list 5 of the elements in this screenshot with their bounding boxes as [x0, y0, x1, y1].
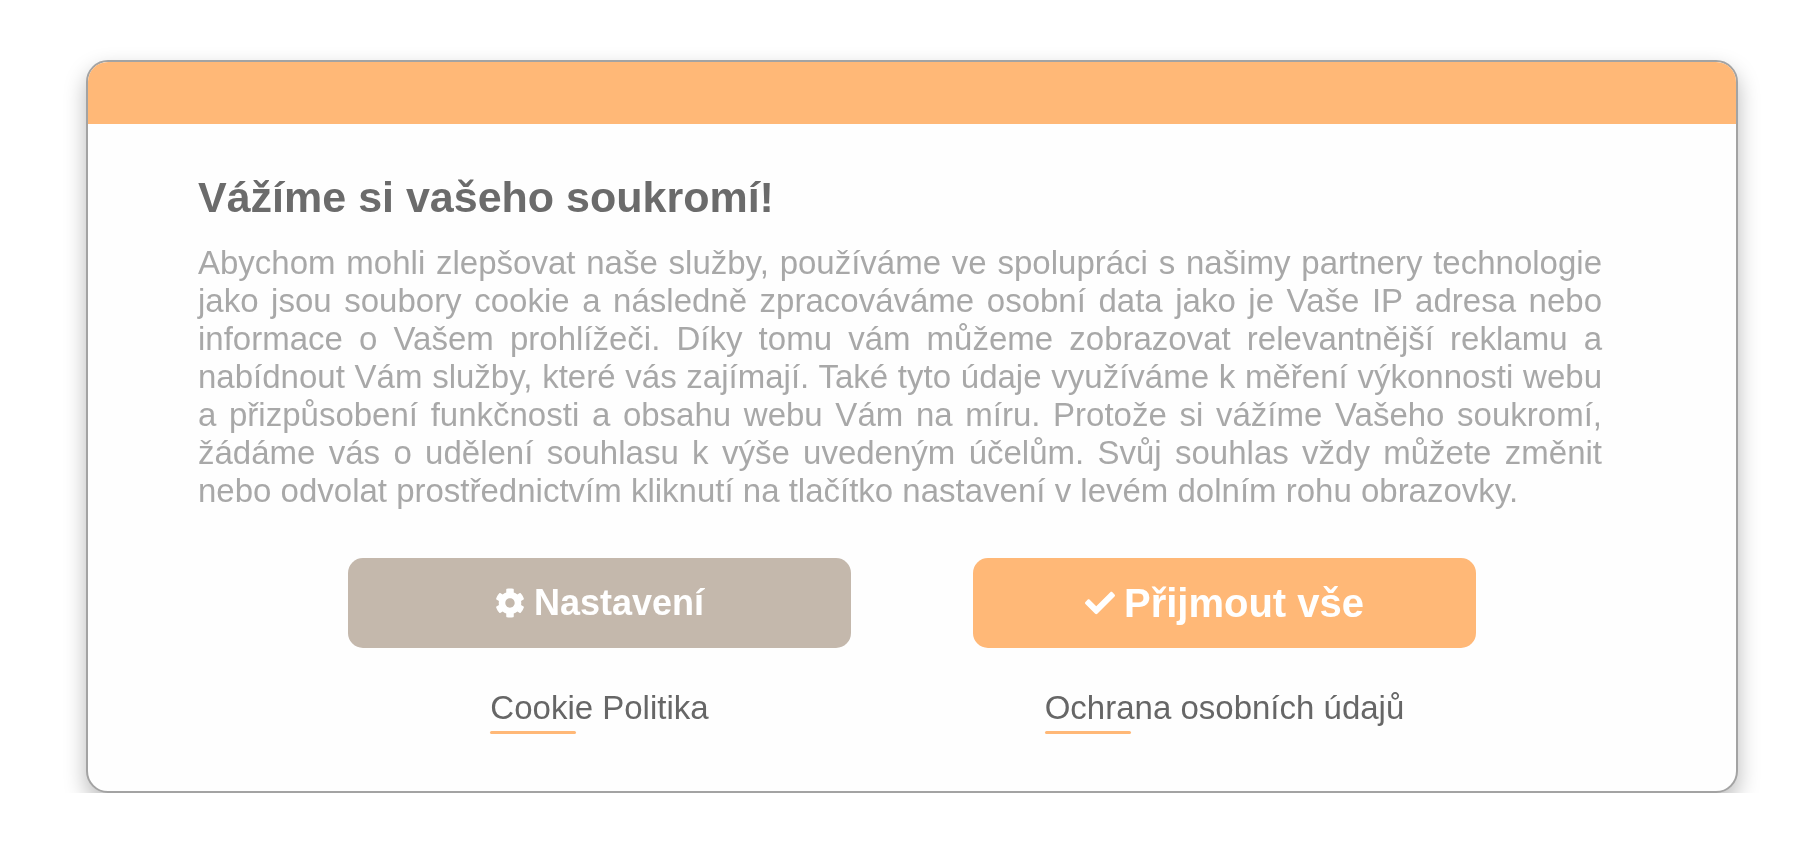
dialog-title: Vážíme si vašeho soukromí!	[198, 172, 775, 222]
consent-text: Abychom mohli zlepšovat naše služby, používáme ve spolupráci s našimy partnery technologie jako jsou soubory cookie a následně zpracováváme osobní data jako je Vaše IP adresa nebo informace o Vašem prohlížeči. Díky tomu vám můžeme zobrazovat relevantnější reklamu a nabídnout Vám služby, které vás zajímají. Také tyto údaje využíváme k měření výkonnosti webu a přizpůsobení funkčnosti a obsahu webu Vám na míru. Protože si vážíme Vašeho soukromí, žádáme vás o udělení souhlasu k výše uvedeným účelům. Svůj souhlas vždy můžete změnit nebo odvolat prostřednictvím kliknutí na tlačítko nastavení v levém dolním rohu obrazovky.	[198, 244, 1602, 510]
policy-link[interactable]: Cookie Politika	[490, 689, 709, 734]
gear-icon	[494, 588, 525, 618]
policy-link[interactable]: Ochrana osobních údajů	[1044, 689, 1405, 734]
